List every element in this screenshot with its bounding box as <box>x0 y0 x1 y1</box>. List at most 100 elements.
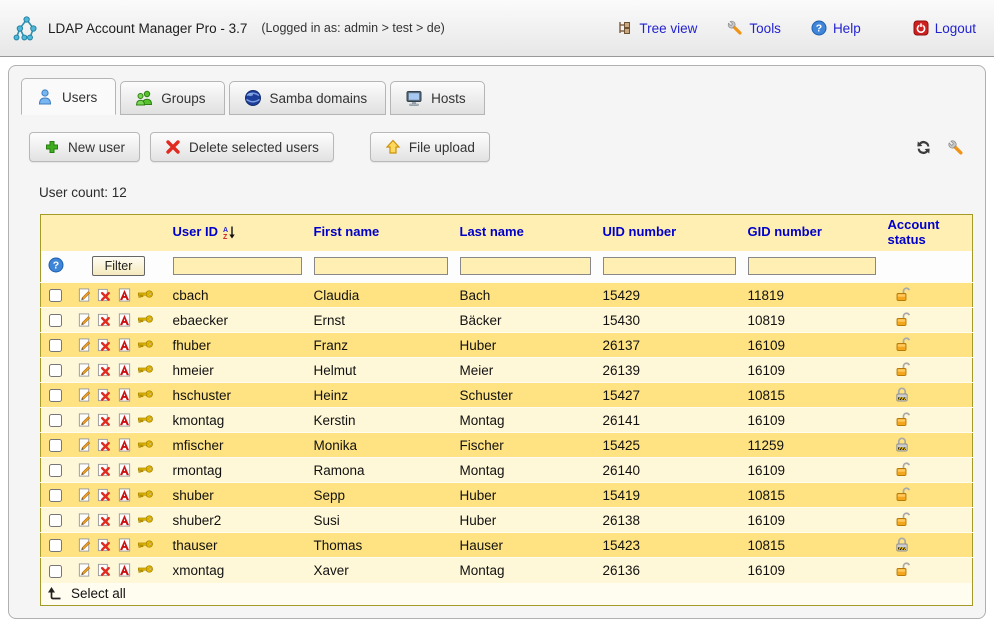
file-upload-button[interactable]: File upload <box>370 132 490 162</box>
password-key-icon[interactable] <box>137 537 153 553</box>
row-checkbox[interactable] <box>49 364 62 377</box>
wrench-icon[interactable] <box>947 139 963 155</box>
edit-icon[interactable] <box>77 387 93 403</box>
nav-logout[interactable]: Logout <box>913 20 976 36</box>
edit-icon[interactable] <box>77 437 93 453</box>
nav-tree-view[interactable]: Tree view <box>617 20 697 36</box>
delete-icon[interactable] <box>97 437 113 453</box>
edit-icon[interactable] <box>77 287 93 303</box>
select-all-link[interactable]: Select all <box>47 586 966 602</box>
column-header-uid-number[interactable]: UID number <box>597 215 742 251</box>
delete-icon[interactable] <box>97 387 113 403</box>
user-id-cell[interactable]: ebaecker <box>167 308 308 333</box>
row-checkbox[interactable] <box>49 414 62 427</box>
edit-icon[interactable] <box>77 537 93 553</box>
pdf-icon[interactable] <box>117 412 133 428</box>
filter-input-last-name[interactable] <box>460 257 591 275</box>
delete-icon[interactable] <box>97 412 113 428</box>
filter-help-icon[interactable]: ? <box>48 257 64 273</box>
refresh-icon[interactable] <box>915 139 931 155</box>
user-id-cell[interactable]: mfischer <box>167 433 308 458</box>
user-id-cell[interactable]: shuber2 <box>167 508 308 533</box>
pdf-icon[interactable] <box>117 337 133 353</box>
password-key-icon[interactable] <box>137 287 153 303</box>
edit-icon[interactable] <box>77 462 93 478</box>
password-key-icon[interactable] <box>137 437 153 453</box>
user-id-cell[interactable]: xmontag <box>167 558 308 583</box>
row-checkbox[interactable] <box>49 514 62 527</box>
row-checkbox[interactable] <box>49 439 62 452</box>
edit-icon[interactable] <box>77 412 93 428</box>
row-checkbox[interactable] <box>49 339 62 352</box>
user-id-cell[interactable]: kmontag <box>167 408 308 433</box>
password-key-icon[interactable] <box>137 562 153 578</box>
new-user-button[interactable]: New user <box>29 132 140 162</box>
user-id-cell[interactable]: hmeier <box>167 358 308 383</box>
tab-hosts[interactable]: Hosts <box>390 81 485 115</box>
user-id-cell[interactable]: shuber <box>167 483 308 508</box>
column-header-gid-number[interactable]: GID number <box>742 215 882 251</box>
column-header-first-name[interactable]: First name <box>308 215 454 251</box>
tab-users[interactable]: Users <box>21 78 116 115</box>
password-key-icon[interactable] <box>137 362 153 378</box>
pdf-icon[interactable] <box>117 437 133 453</box>
delete-icon[interactable] <box>97 512 113 528</box>
password-key-icon[interactable] <box>137 312 153 328</box>
pdf-icon[interactable] <box>117 462 133 478</box>
user-id-cell[interactable]: hschuster <box>167 383 308 408</box>
nav-help[interactable]: ?Help <box>811 20 861 36</box>
delete-selected-users-button[interactable]: Delete selected users <box>150 132 334 162</box>
delete-icon[interactable] <box>97 312 113 328</box>
pdf-icon[interactable] <box>117 362 133 378</box>
last-name-cell: Huber <box>454 483 597 508</box>
password-key-icon[interactable] <box>137 462 153 478</box>
filter-input-first-name[interactable] <box>314 257 448 275</box>
pdf-icon[interactable] <box>117 387 133 403</box>
column-header-user-id[interactable]: User ID AZ <box>167 215 308 251</box>
edit-icon[interactable] <box>77 487 93 503</box>
delete-icon[interactable] <box>97 462 113 478</box>
password-key-icon[interactable] <box>137 512 153 528</box>
filter-button[interactable]: Filter <box>92 256 146 276</box>
delete-icon[interactable] <box>97 337 113 353</box>
delete-icon[interactable] <box>97 362 113 378</box>
pdf-icon[interactable] <box>117 312 133 328</box>
row-checkbox[interactable] <box>49 489 62 502</box>
user-id-cell[interactable]: fhuber <box>167 333 308 358</box>
row-checkbox[interactable] <box>49 539 62 552</box>
row-checkbox[interactable] <box>49 314 62 327</box>
tab-groups[interactable]: Groups <box>120 81 224 115</box>
column-header-account-status[interactable]: Account status <box>882 215 973 251</box>
delete-icon[interactable] <box>97 537 113 553</box>
user-id-cell[interactable]: cbach <box>167 283 308 308</box>
pdf-icon[interactable] <box>117 512 133 528</box>
pdf-icon[interactable] <box>117 562 133 578</box>
pdf-icon[interactable] <box>117 287 133 303</box>
password-key-icon[interactable] <box>137 412 153 428</box>
filter-input-user-id[interactable] <box>173 257 302 275</box>
password-key-icon[interactable] <box>137 487 153 503</box>
pdf-icon[interactable] <box>117 537 133 553</box>
tab-samba-domains[interactable]: Samba domains <box>229 81 387 115</box>
password-key-icon[interactable] <box>137 387 153 403</box>
edit-icon[interactable] <box>77 362 93 378</box>
nav-tools[interactable]: Tools <box>727 20 781 36</box>
password-key-icon[interactable] <box>137 337 153 353</box>
edit-icon[interactable] <box>77 312 93 328</box>
column-header-last-name[interactable]: Last name <box>454 215 597 251</box>
row-checkbox[interactable] <box>49 565 62 578</box>
edit-icon[interactable] <box>77 562 93 578</box>
row-checkbox[interactable] <box>49 389 62 402</box>
user-id-cell[interactable]: rmontag <box>167 458 308 483</box>
row-checkbox[interactable] <box>49 464 62 477</box>
edit-icon[interactable] <box>77 337 93 353</box>
pdf-icon[interactable] <box>117 487 133 503</box>
user-id-cell[interactable]: thauser <box>167 533 308 558</box>
edit-icon[interactable] <box>77 512 93 528</box>
filter-input-uid-number[interactable] <box>603 257 736 275</box>
delete-icon[interactable] <box>97 487 113 503</box>
filter-input-gid-number[interactable] <box>748 257 876 275</box>
delete-icon[interactable] <box>97 562 113 578</box>
row-checkbox[interactable] <box>49 289 62 302</box>
delete-icon[interactable] <box>97 287 113 303</box>
